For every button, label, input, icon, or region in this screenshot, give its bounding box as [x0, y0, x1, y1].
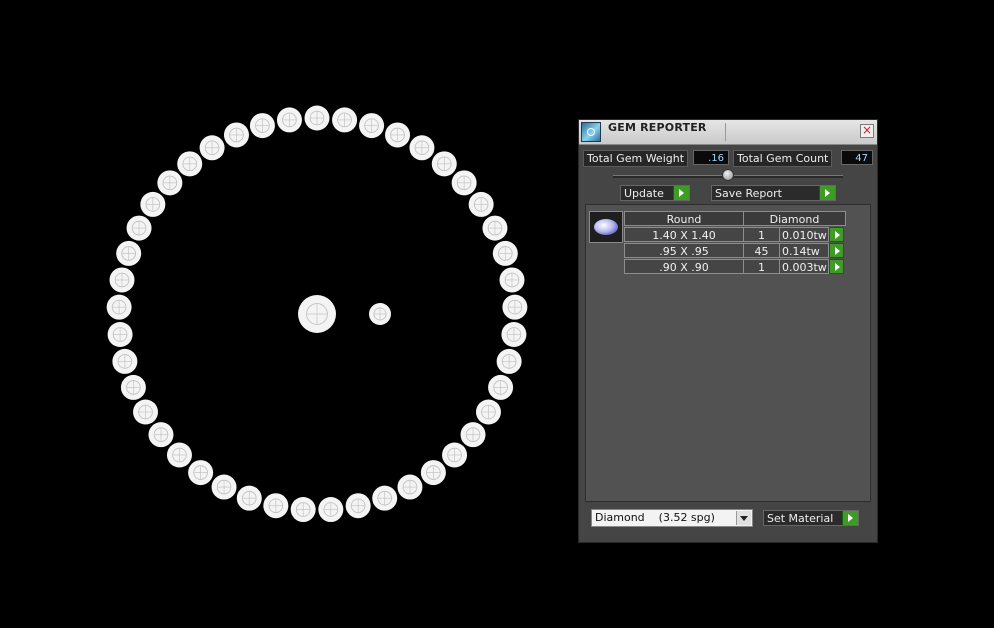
ring-gem: [112, 348, 138, 374]
ring-gem: [126, 215, 152, 241]
ring-gem: [133, 399, 159, 425]
row-select-arrow-icon[interactable]: [829, 243, 844, 258]
panel-title: GEM REPORTER: [608, 121, 707, 134]
ring-gem: [502, 294, 528, 320]
ring-gem: [140, 191, 166, 217]
material-select-value: Diamond (3.52 spg): [595, 511, 715, 524]
play-arrow-icon: [673, 186, 689, 200]
ring-gem: [318, 497, 344, 523]
ring-gem: [157, 170, 183, 196]
total-gem-weight-label: Total Gem Weight: [583, 150, 689, 167]
ring-gem: [107, 321, 133, 347]
ring-gem: [199, 135, 225, 161]
ring-gem: [442, 442, 468, 468]
row-size[interactable]: .90 X .90: [624, 259, 744, 274]
ring-gem: [460, 422, 486, 448]
update-button-label: Update: [624, 187, 664, 200]
viewport-canvas[interactable]: [0, 0, 570, 628]
ring-gem: [116, 240, 142, 266]
chevron-down-icon[interactable]: [736, 511, 751, 525]
close-button[interactable]: ×: [860, 124, 874, 138]
total-gem-count-label: Total Gem Count: [733, 150, 833, 167]
side-gem: [369, 303, 391, 325]
center-gem: [298, 295, 336, 333]
row-weight[interactable]: 0.14tw: [779, 243, 829, 258]
ring-gem: [492, 240, 518, 266]
ring-gem: [499, 267, 525, 293]
ring-gem: [109, 267, 135, 293]
slider-handle[interactable]: [722, 169, 734, 181]
ring-gem: [332, 107, 358, 133]
ring-gem: [345, 493, 371, 519]
row-weight[interactable]: 0.010tw: [779, 227, 829, 242]
gem-layout-render: [106, 105, 528, 523]
ring-gem: [211, 474, 237, 500]
row-count[interactable]: 45: [743, 243, 780, 258]
play-arrow-icon: [819, 186, 835, 200]
ring-gem: [468, 191, 494, 217]
update-button[interactable]: Update: [620, 185, 690, 201]
row-select-arrow-icon[interactable]: [829, 259, 844, 274]
gem-reporter-icon: [581, 122, 601, 142]
ring-gem: [106, 294, 132, 320]
ring-gem: [409, 135, 435, 161]
ring-gem: [482, 215, 508, 241]
row-size[interactable]: 1.40 X 1.40: [624, 227, 744, 242]
ring-gem: [223, 122, 249, 148]
ring-gem: [236, 485, 262, 511]
row-weight[interactable]: 0.003tw: [779, 259, 829, 274]
ring-gem: [120, 374, 146, 400]
ring-gem: [431, 151, 457, 177]
gem-list[interactable]: Round Diamond 1.40 X 1.40 1 0.010tw .95 …: [585, 204, 871, 502]
ring-gem: [372, 485, 398, 511]
ring-gem: [359, 113, 385, 139]
ring-gem: [177, 151, 203, 177]
total-gem-weight-value: .16: [693, 150, 729, 165]
gem-reporter-panel: GEM REPORTER × Total Gem Weight .16 Tota…: [578, 119, 878, 543]
ring-gem: [496, 348, 522, 374]
set-material-button-label: Set Material: [767, 512, 834, 525]
ring-gem: [451, 170, 477, 196]
title-bar[interactable]: GEM REPORTER ×: [579, 120, 877, 145]
column-header-shape: Round: [624, 211, 744, 226]
play-arrow-icon: [842, 511, 858, 525]
material-select[interactable]: Diamond (3.52 spg): [591, 509, 753, 527]
set-material-button[interactable]: Set Material: [763, 510, 859, 526]
ring-gem: [304, 105, 330, 131]
ring-gem: [420, 460, 446, 486]
ring-gem: [397, 474, 423, 500]
save-report-button[interactable]: Save Report: [711, 185, 836, 201]
row-count[interactable]: 1: [743, 227, 780, 242]
save-report-button-label: Save Report: [715, 187, 782, 200]
ring-gem: [385, 122, 411, 148]
title-divider: [725, 123, 726, 141]
row-size[interactable]: .95 X .95: [624, 243, 744, 258]
ring-gem: [166, 442, 192, 468]
ring-gem: [188, 460, 214, 486]
row-count[interactable]: 1: [743, 259, 780, 274]
diamond-thumbnail-icon[interactable]: [589, 211, 623, 243]
row-select-arrow-icon[interactable]: [829, 227, 844, 242]
ring-gem: [501, 321, 527, 347]
column-header-material: Diamond: [743, 211, 846, 226]
ring-gem: [148, 422, 174, 448]
ring-gem: [290, 497, 316, 523]
ring-gem: [475, 399, 501, 425]
ring-gem: [249, 113, 275, 139]
ring-gem: [488, 374, 514, 400]
ring-gem: [263, 493, 289, 519]
total-gem-count-value: 47: [841, 150, 873, 165]
ring-gem: [276, 107, 302, 133]
